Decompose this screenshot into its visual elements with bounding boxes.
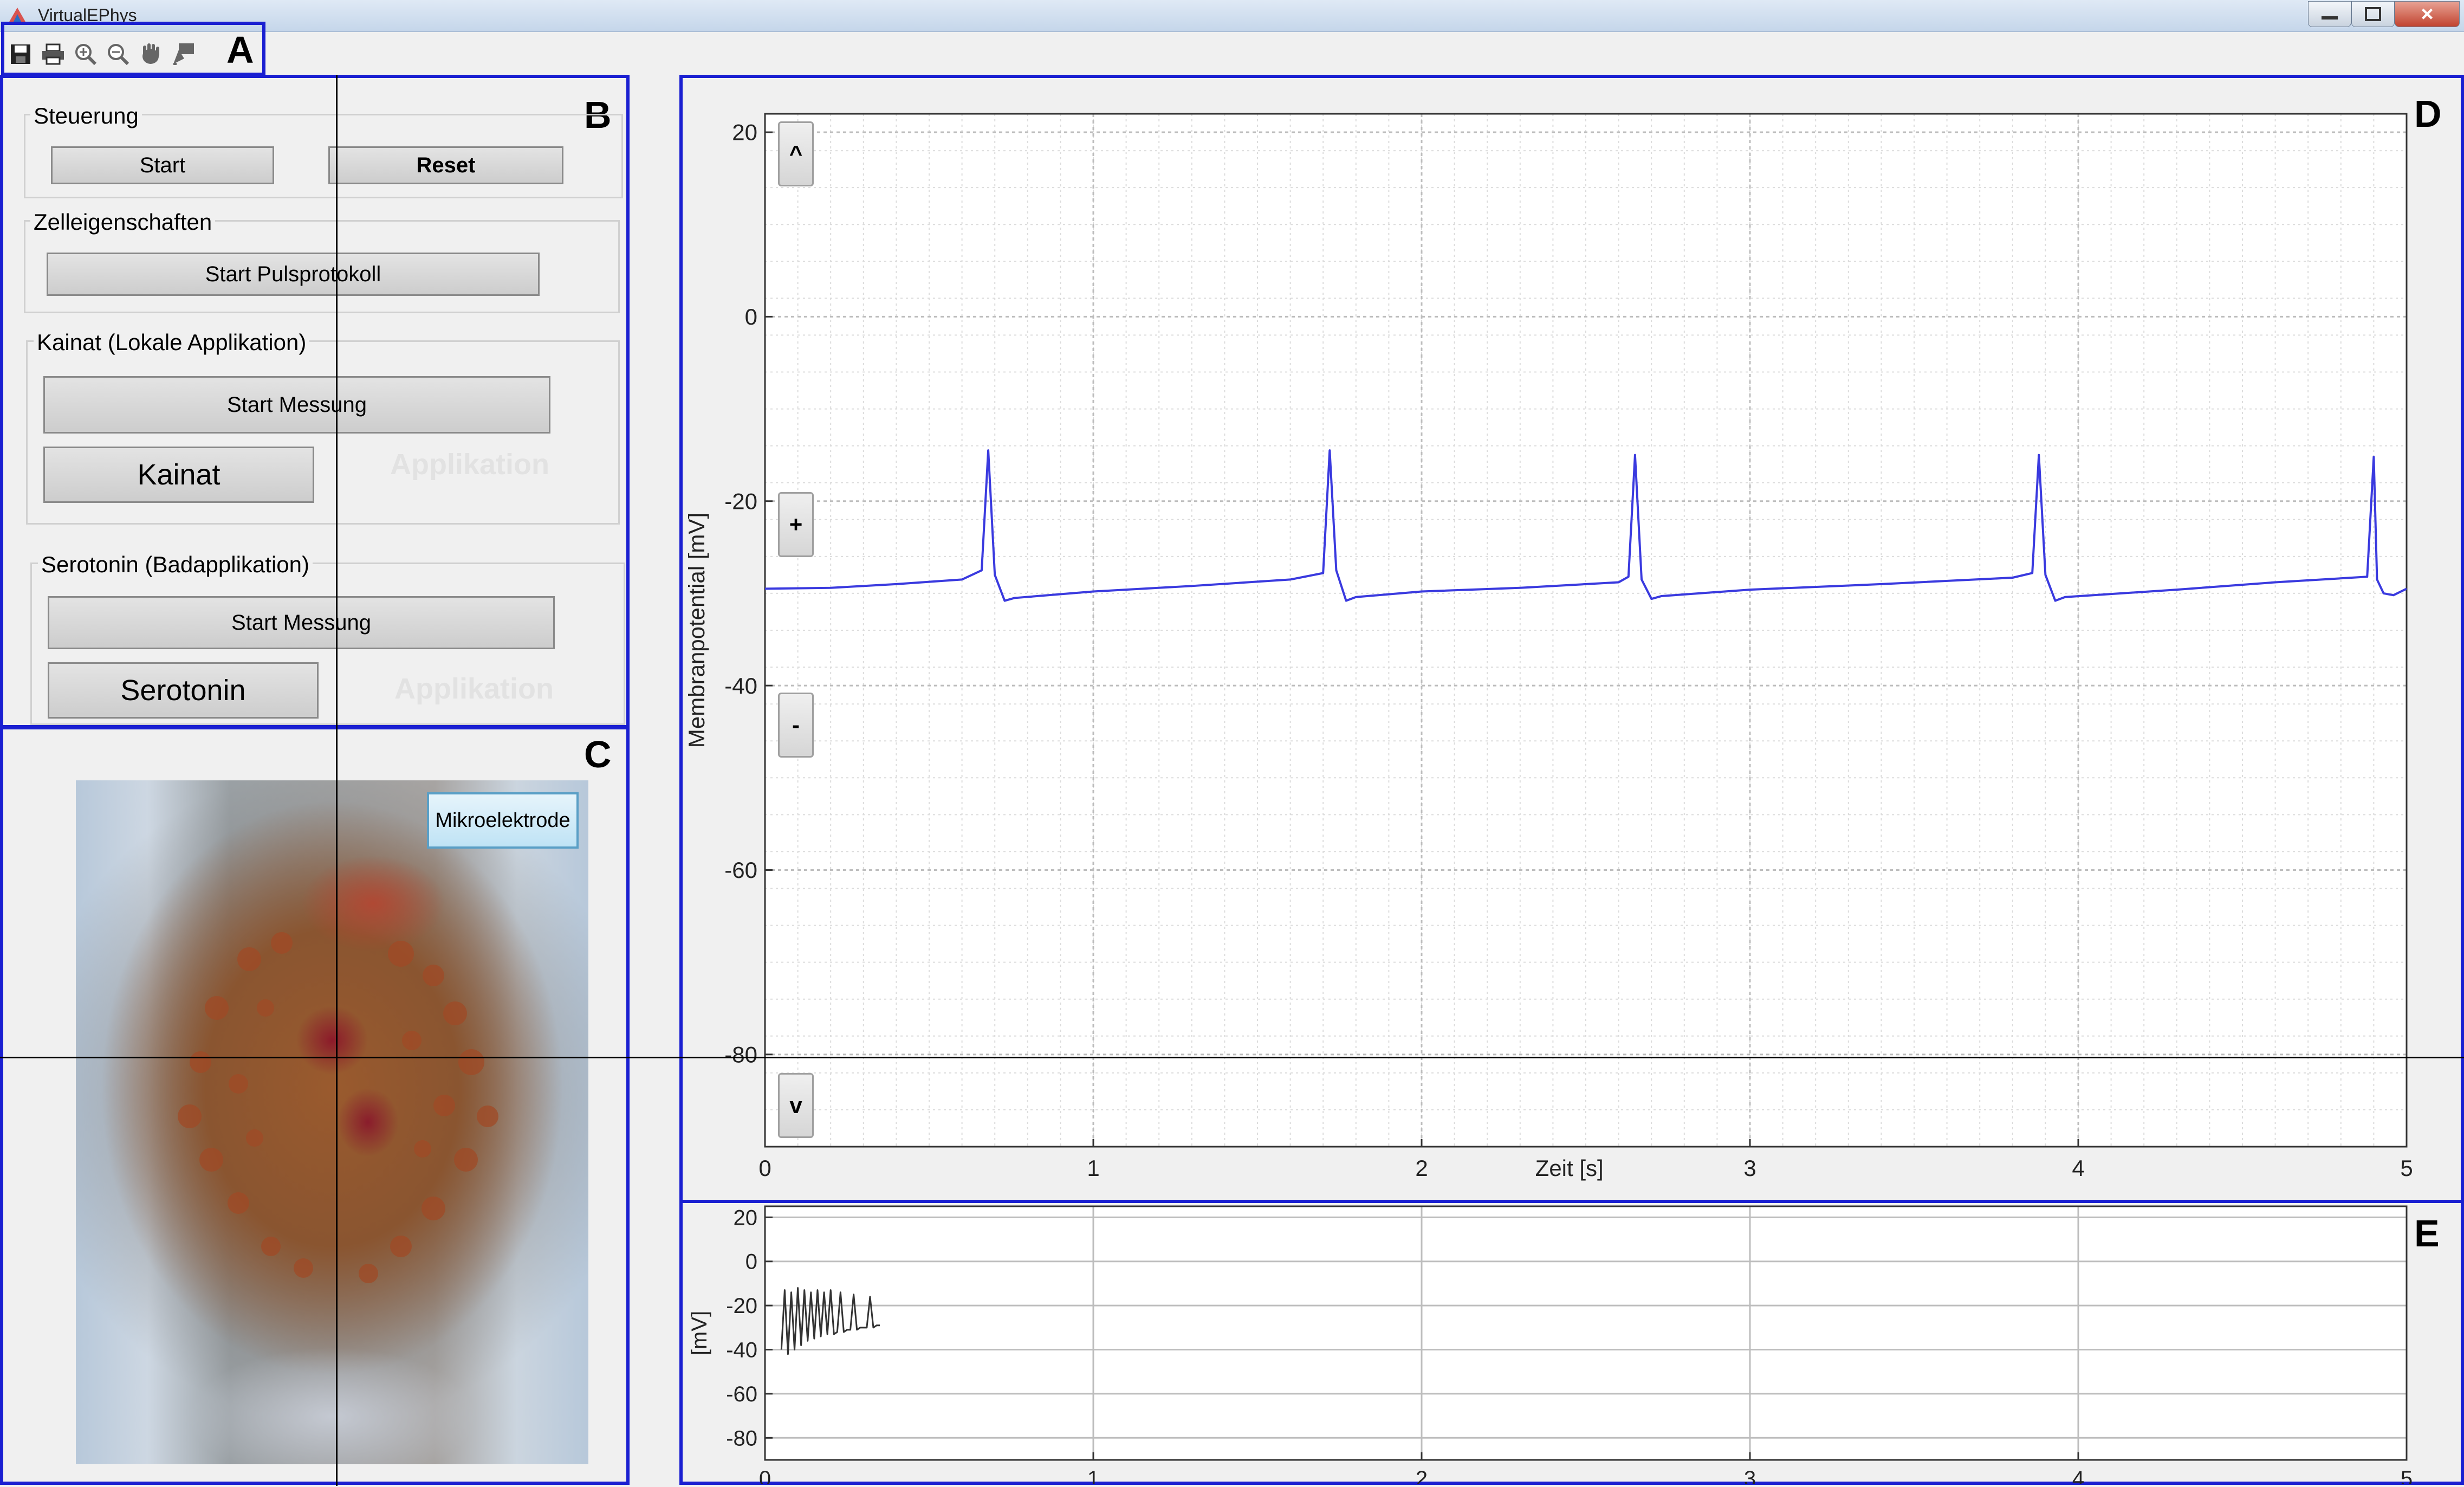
x-tick-label: 1 — [1087, 1155, 1099, 1181]
close-icon[interactable]: × — [2395, 1, 2460, 27]
mikroelektrode-button[interactable]: Mikroelektrode — [427, 792, 579, 849]
x-tick-label: 3 — [1744, 1467, 1756, 1484]
y-tick-label: -40 — [724, 673, 757, 699]
serotonin-apply-button[interactable]: Serotonin — [48, 662, 319, 719]
annotation-label-a: A — [226, 29, 254, 71]
y-tick-label: 20 — [734, 1206, 758, 1230]
toolbar — [0, 33, 2464, 75]
microscope-cell-image[interactable] — [76, 780, 588, 1464]
annotation-label-c: C — [584, 733, 612, 775]
y-tick-label: -60 — [724, 857, 757, 883]
x-tick-label: 2 — [1415, 1155, 1428, 1181]
start-button[interactable]: Start — [51, 146, 274, 184]
kainat-applikation-indicator: Applikation — [390, 448, 549, 481]
overview-plot[interactable]: 0 1 2 3 4 5 20 0 -20 -40 -60 -80 [mV] — [688, 1204, 2454, 1484]
x-tick-label: 5 — [2400, 1155, 2413, 1181]
y-tick-label: -20 — [724, 488, 757, 514]
x-tick-label: 5 — [2401, 1467, 2413, 1484]
x-tick-label: 0 — [758, 1155, 771, 1181]
x-tick-label: 0 — [759, 1467, 771, 1484]
y-tick-label: -20 — [726, 1294, 757, 1318]
membrane-potential-plot[interactable]: 0 1 2 3 4 5 20 0 -20 -40 -60 -80 Membranpotential [m… — [688, 81, 2454, 1198]
crosshair-horizontal-line — [0, 1057, 2464, 1058]
serotonin-applikation-indicator: Applikation — [394, 673, 554, 705]
zoom-out-y-button[interactable]: - — [778, 693, 814, 758]
scroll-up-button[interactable]: ^ — [778, 121, 814, 186]
minimize-icon[interactable] — [2308, 1, 2351, 27]
y-tick-label: -80 — [724, 1042, 757, 1068]
start-pulsprotokoll-button[interactable]: Start Pulsprotokoll — [47, 253, 540, 296]
annotation-box-a — [1, 22, 265, 76]
scroll-down-button[interactable]: v — [778, 1073, 814, 1138]
kainat-apply-button[interactable]: Kainat — [43, 447, 314, 503]
kainat-start-messung-button[interactable]: Start Messung — [43, 376, 550, 434]
x-tick-label: 4 — [2072, 1155, 2084, 1181]
y-tick-label: -40 — [726, 1339, 757, 1362]
x-tick-label: 4 — [2072, 1467, 2084, 1484]
window-title-bar: VirtualEPhys × — [0, 0, 2464, 32]
y-tick-label: -80 — [726, 1426, 757, 1450]
y-tick-label: 0 — [745, 1250, 757, 1274]
zoom-in-y-button[interactable]: + — [778, 492, 814, 557]
y-tick-label: 0 — [745, 304, 757, 329]
y-tick-label: 20 — [732, 120, 757, 145]
restore-icon[interactable] — [2351, 1, 2395, 27]
steuerung-title: Steuerung — [30, 103, 142, 129]
zelleigenschaften-title: Zelleigenschaften — [30, 209, 216, 235]
plot-area — [765, 1206, 2407, 1460]
cell-granules — [178, 932, 498, 1283]
x-tick-label: 1 — [1087, 1467, 1099, 1484]
serotonin-title: Serotonin (Badapplikation) — [38, 552, 313, 578]
x-tick-label: 3 — [1743, 1155, 1756, 1181]
crosshair-vertical-line — [336, 75, 338, 1486]
serotonin-start-messung-button[interactable]: Start Messung — [48, 596, 555, 649]
y-axis-label: Membranpotential [mV] — [688, 513, 709, 748]
x-tick-label: 2 — [1416, 1467, 1428, 1484]
x-axis-label: Zeit [s] — [1535, 1155, 1604, 1181]
y-tick-label: -60 — [726, 1382, 757, 1406]
reset-button[interactable]: Reset — [328, 146, 563, 184]
y-axis-label: [mV] — [688, 1311, 711, 1355]
kainat-title: Kainat (Lokale Applikation) — [34, 329, 310, 355]
